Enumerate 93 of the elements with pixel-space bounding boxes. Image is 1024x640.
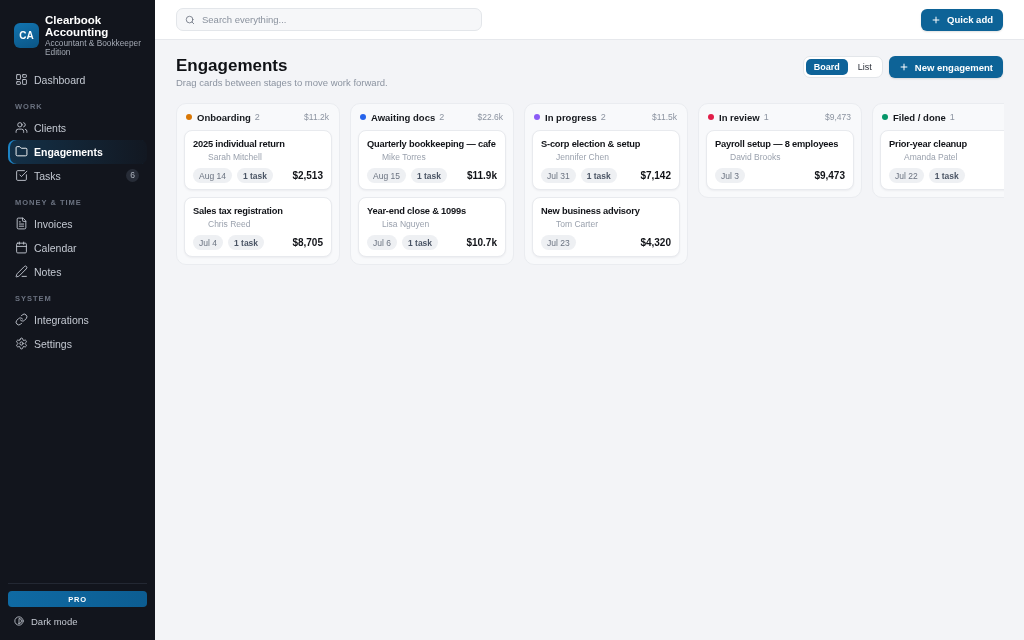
card-title: Payroll setup — 8 employees <box>715 138 840 150</box>
due-date-chip: Jul 3 <box>715 168 745 183</box>
stage-total: $9,473 <box>825 112 851 122</box>
plus-icon <box>931 14 942 25</box>
client-name: Mike Torres <box>382 151 426 163</box>
task-count-chip: 1 task <box>236 168 274 183</box>
stage-total: $11.5k <box>652 112 677 122</box>
card-title: Sales tax registration <box>193 205 284 217</box>
client-name: Sarah Mitchell <box>208 151 262 163</box>
stage-name: In review <box>719 111 760 123</box>
stage-name: In progress <box>545 111 597 123</box>
card-title: 2025 individual return <box>193 138 286 150</box>
card-amount: $7,142 <box>640 170 671 181</box>
task-count-chip: 1 task <box>580 168 617 183</box>
page-subtitle: Drag cards between stages to move work forward. <box>176 77 388 89</box>
card-amount: $2,513 <box>292 170 323 181</box>
document-icon <box>15 217 28 230</box>
due-date-chip: Aug 14 <box>193 168 232 183</box>
client-name: Lisa Nguyen <box>382 218 430 230</box>
stage-name: Awaiting docs <box>371 111 436 123</box>
nav-item[interactable]: Invoices <box>8 211 147 236</box>
new-engagement-button[interactable]: New engagement <box>888 56 1003 78</box>
card-title: Year-end close & 1099s <box>367 205 467 217</box>
people-icon <box>15 121 28 134</box>
due-date-chip: Jul 4 <box>193 235 223 250</box>
stage-name: Onboarding <box>197 111 251 123</box>
engagement-card[interactable]: Quarterly bookkeeping — cafe Mike Torres Aug 15 1 task $11.9k <box>358 130 506 190</box>
contrast-icon <box>14 616 24 626</box>
quick-add-button[interactable]: Quick add <box>921 8 1003 31</box>
card-title: Quarterly bookkeeping — cafe <box>367 138 497 150</box>
card-amount: $4,320 <box>640 237 671 248</box>
stage-total: $22.6k <box>477 112 503 122</box>
engagement-card[interactable]: 2025 individual return Sarah Mitchell Aug 14 1 task $2,513 <box>184 130 332 190</box>
stage-count: 1 <box>763 112 769 122</box>
grid-icon <box>15 73 28 86</box>
stage-count: 1 <box>949 112 955 122</box>
card-title: Prior-year cleanup <box>889 138 969 150</box>
stage-count: 2 <box>600 112 606 122</box>
brand-name: Clearbook Accounting <box>45 14 110 38</box>
card-amount: $8,705 <box>292 237 323 248</box>
card-amount: $11.9k <box>466 170 497 181</box>
task-count-chip: 1 task <box>227 235 265 250</box>
card-title: S-corp election & setup <box>541 138 642 150</box>
card-amount: $9,473 <box>814 170 845 181</box>
search-icon <box>185 14 195 25</box>
stage-total: $11.2k <box>304 112 329 122</box>
link-icon <box>15 313 28 326</box>
engagement-card[interactable]: Payroll setup — 8 employees David Brooks Jul 3 $9,473 <box>706 130 854 190</box>
page-title: Engagements <box>176 56 289 76</box>
nav-item[interactable]: Calendar <box>8 235 147 260</box>
theme-toggle[interactable]: Dark mode <box>8 611 84 631</box>
stage-name: Filed / done <box>893 111 946 123</box>
task-count-chip: 1 task <box>928 168 965 183</box>
nav-item[interactable]: Engagements <box>8 139 147 164</box>
due-date-chip: Jul 6 <box>367 235 397 250</box>
task-count-chip: 1 task <box>410 168 448 183</box>
engagement-card[interactable]: Sales tax registration Chris Reed Jul 4 1 task $8,705 <box>184 197 332 257</box>
client-name: David Brooks <box>730 151 781 163</box>
folder-icon <box>15 145 28 158</box>
due-date-chip: Jul 22 <box>889 168 924 183</box>
engagement-card[interactable]: New business advisory Tom Carter Jul 23 $4,320 <box>532 197 680 257</box>
client-name: Jennifer Chen <box>556 151 609 163</box>
card-amount: $10.7k <box>466 237 497 248</box>
due-date-chip: Jul 31 <box>541 168 576 183</box>
stage-count: 2 <box>439 112 445 122</box>
brand-edition: Accountant & Bookkeeper Edition <box>45 38 142 58</box>
engagement-card[interactable]: Year-end close & 1099s Lisa Nguyen Jul 6 1 task $10.7k <box>358 197 506 257</box>
nav-item[interactable]: Notes <box>8 259 147 284</box>
brand-logo: CA <box>14 23 39 49</box>
client-name: Amanda Patel <box>904 151 958 163</box>
check-square-icon <box>15 169 28 182</box>
due-date-chip: Jul 23 <box>541 235 576 250</box>
view-tab[interactable]: Board <box>805 59 848 75</box>
nav-item[interactable]: Settings <box>8 331 147 356</box>
engagement-card[interactable]: Prior-year cleanup Amanda Patel Jul 22 1 task <box>880 130 1004 190</box>
card-title: New business advisory <box>541 205 641 217</box>
nav-item[interactable]: Clients <box>8 115 147 140</box>
task-count-chip: 1 task <box>401 235 439 250</box>
nav-item[interactable]: Integrations <box>8 307 147 332</box>
nav-item[interactable]: Tasks 6 <box>8 163 147 188</box>
nav-item[interactable]: Dashboard <box>8 67 147 92</box>
client-name: Chris Reed <box>208 218 251 230</box>
stage-count: 2 <box>254 112 260 122</box>
settings-icon <box>15 337 28 350</box>
engagement-card[interactable]: S-corp election & setup Jennifer Chen Jul 31 1 task $7,142 <box>532 130 680 190</box>
pen-icon <box>15 265 28 278</box>
plus-icon <box>898 62 909 72</box>
view-tab[interactable]: List <box>849 59 880 75</box>
client-name: Tom Carter <box>556 218 599 230</box>
search-field[interactable]: Search everything... <box>176 8 482 31</box>
count-badge: 6 <box>126 169 139 182</box>
due-date-chip: Aug 15 <box>367 168 406 183</box>
calendar-icon <box>15 241 28 254</box>
